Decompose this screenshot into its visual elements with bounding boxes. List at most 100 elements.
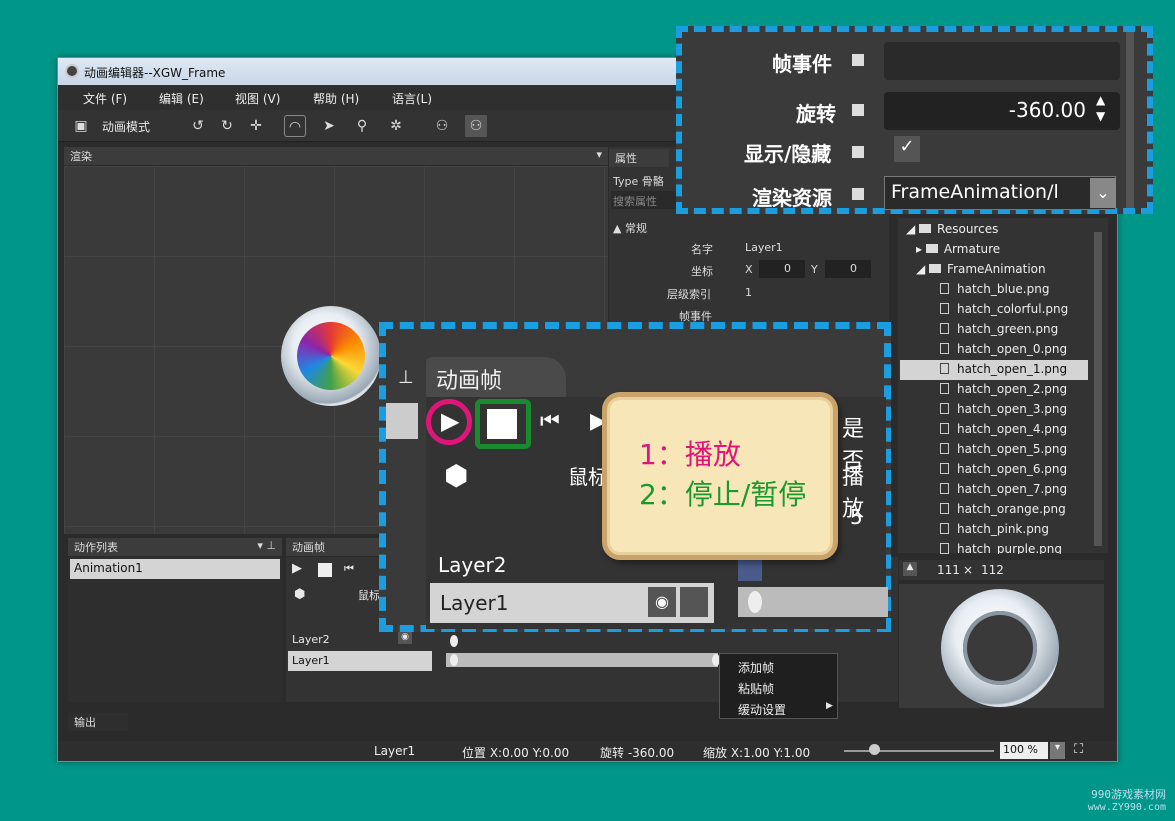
watermark: 990游戏素材网 www.ZY990.com: [1087, 788, 1166, 813]
tree-file[interactable]: hatch_open_3.png: [940, 402, 1067, 416]
mouse-label: 鼠标: [358, 589, 380, 602]
select-tool-icon[interactable]: ➤: [318, 115, 340, 137]
coord-label: 坐标: [691, 265, 713, 278]
tree-folder-armature[interactable]: ▸ Armature: [916, 242, 1000, 256]
context-menu: 添加帧 粘贴帧 缓动设置 ▶: [719, 653, 838, 719]
tree-file[interactable]: hatch_open_6.png: [940, 462, 1067, 476]
bind-bone-icon[interactable]: ⚇: [431, 115, 453, 137]
menu-file[interactable]: 文件 (F): [83, 90, 127, 107]
action-item[interactable]: Animation1: [70, 559, 280, 579]
pivot-icon[interactable]: ✛: [245, 115, 267, 137]
action-list-title: 动作列表: [74, 541, 118, 554]
add-bone-icon[interactable]: ⬢: [294, 587, 305, 602]
zoom-eye-icon[interactable]: ◉: [648, 587, 676, 617]
tree-folder-frameanimation[interactable]: ◢ FrameAnimation: [916, 262, 1046, 276]
zoom-slider[interactable]: [844, 750, 994, 752]
section-general: ▲ 常规: [613, 222, 647, 235]
tree-file[interactable]: hatch_open_7.png: [940, 482, 1067, 496]
prev-frame-icon[interactable]: ⏮: [540, 409, 560, 434]
resources-tree: ◢ Resources ▸ Armature ◢ FrameAnimation …: [898, 218, 1108, 554]
menu-edit[interactable]: 编辑 (E): [159, 90, 204, 107]
zoom-frame-event-label: 帧事件: [772, 52, 832, 76]
zoom-slider-thumb[interactable]: [869, 744, 880, 755]
fit-view-icon[interactable]: ⛶: [1074, 742, 1083, 757]
layer2-row[interactable]: Layer2: [292, 633, 330, 646]
bone-tool-icon[interactable]: ✲: [385, 115, 407, 137]
submenu-arrow-icon: ▶: [826, 701, 833, 711]
unbind-bone-icon[interactable]: ⚇: [465, 115, 487, 137]
zoom-dropdown-icon[interactable]: ▾: [1050, 742, 1065, 759]
status-bar: Layer1 位置 X:0.00 Y:0.00 旋转 -360.00 缩放 X:…: [58, 741, 1117, 761]
menu-language[interactable]: 语言(L): [392, 90, 432, 107]
properties-tab[interactable]: 属性: [609, 149, 669, 167]
menu-easing[interactable]: 缓动设置: [738, 701, 786, 718]
menu-add-frame[interactable]: 添加帧: [738, 659, 774, 676]
zoom-left-gray: [386, 403, 418, 439]
stop-icon[interactable]: [487, 409, 517, 439]
spinner-icon[interactable]: ▲ ▼: [1096, 92, 1105, 124]
window-title: 动画编辑器--XGW_Frame: [84, 66, 226, 80]
mode-icon[interactable]: ▣: [70, 115, 92, 137]
menu-paste-frame[interactable]: 粘贴帧: [738, 680, 774, 697]
name-value[interactable]: Layer1: [745, 241, 783, 254]
mode-button[interactable]: 动画模式: [102, 118, 176, 135]
x-input[interactable]: 0: [759, 260, 805, 278]
zoom-visible-checkbox[interactable]: ✓: [894, 136, 920, 162]
action-list: Animation1: [68, 557, 282, 702]
preview-height: 112: [981, 563, 1004, 577]
sprite-ball[interactable]: [281, 306, 381, 406]
rotate-left-icon[interactable]: ↺: [187, 115, 209, 137]
tree-file[interactable]: hatch_blue.png: [940, 282, 1049, 296]
tree-file-selected[interactable]: hatch_open_1.png: [900, 360, 1088, 380]
zoom-keyframe[interactable]: [748, 591, 762, 613]
timeline-layer1-track[interactable]: [446, 653, 718, 667]
tree-file[interactable]: hatch_open_0.png: [940, 342, 1067, 356]
zoom-lock-icon[interactable]: [680, 587, 708, 617]
rotate-right-icon[interactable]: ↻: [216, 115, 238, 137]
tree-file[interactable]: hatch_green.png: [940, 322, 1058, 336]
play-button-small[interactable]: ▶: [292, 561, 302, 576]
tree-file[interactable]: hatch_open_2.png: [940, 382, 1067, 396]
zoom-render-res-select[interactable]: FrameAnimation/l: [884, 176, 1116, 210]
zoom-layer2[interactable]: Layer2: [438, 553, 507, 577]
timeline-keyframe[interactable]: [450, 635, 458, 647]
zoom-tool-icon[interactable]: ⚲: [351, 115, 373, 137]
dropdown-icon[interactable]: ▾: [596, 148, 602, 161]
tree-root[interactable]: ◢ Resources: [906, 222, 998, 236]
note-line-1: 1：播放: [639, 438, 741, 471]
rotate-tool-icon[interactable]: ◠: [284, 115, 306, 137]
render-panel-title: 渲染: [70, 150, 92, 163]
timeline-keyframe[interactable]: [450, 654, 458, 666]
tree-file[interactable]: hatch_colorful.png: [940, 302, 1068, 316]
name-label: 名字: [691, 243, 713, 256]
tree-file[interactable]: hatch_pink.png: [940, 522, 1049, 536]
tree-file[interactable]: hatch_orange.png: [940, 502, 1066, 516]
menu-help[interactable]: 帮助 (H): [313, 90, 359, 107]
zoom-visible-label: 显示/隐藏: [744, 142, 832, 166]
zoom-rotate-input[interactable]: -360.00: [884, 92, 1120, 130]
menu-view[interactable]: 视图 (V): [235, 90, 280, 107]
zoom-partial-2: 播放: [842, 465, 865, 522]
zoom-frame-number: 5: [850, 505, 863, 529]
tree-file[interactable]: hatch_purple.png: [940, 542, 1062, 554]
add-bone-icon[interactable]: ⬢: [444, 459, 468, 492]
y-input[interactable]: 0: [825, 260, 871, 278]
tree-file[interactable]: hatch_open_5.png: [940, 442, 1067, 456]
zoom-input[interactable]: 100 %: [1000, 742, 1048, 759]
status-rotation: 旋转 -360.00: [600, 746, 675, 760]
marker-icon: [852, 54, 864, 66]
prev-frame-icon[interactable]: ⏮: [344, 562, 354, 576]
action-list-header: 动作列表 ▾ ⊥: [68, 538, 282, 556]
preview-size-bar: ▲ 111 × 112: [899, 560, 1104, 580]
stop-button-small[interactable]: [318, 563, 332, 577]
play-icon[interactable]: ▶: [441, 407, 459, 435]
eye-icon[interactable]: ◉: [398, 632, 412, 644]
anim-frames-header: 动画帧: [286, 538, 386, 556]
layer1-row[interactable]: Layer1: [288, 651, 432, 671]
zoom-frame-event-input[interactable]: [884, 42, 1120, 80]
collapse-icon[interactable]: ▲: [903, 562, 917, 576]
pin-icon[interactable]: ▾ ⊥: [257, 539, 276, 552]
chevron-down-icon[interactable]: ⌄: [1090, 178, 1116, 208]
tree-scrollbar[interactable]: [1094, 232, 1102, 546]
tree-file[interactable]: hatch_open_4.png: [940, 422, 1067, 436]
